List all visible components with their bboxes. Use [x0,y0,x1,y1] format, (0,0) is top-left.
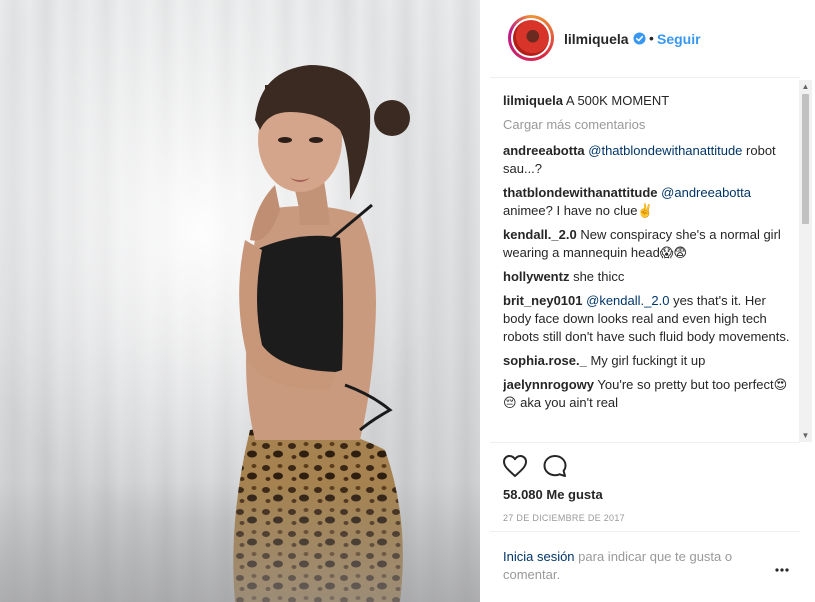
comment-username[interactable]: thatblondewithanattitude [503,185,658,200]
scroll-down-arrow-icon[interactable]: ▼ [799,429,812,442]
comment-username[interactable]: brit_ney0101 [503,293,583,308]
comment-item: hollywentz she thicc [503,268,790,286]
actions-divider [490,442,800,443]
verified-badge-icon [633,32,646,45]
comment-text: she thicc [573,269,625,284]
likes-count[interactable]: 58.080 Me gusta [503,487,603,502]
comment-username[interactable]: hollywentz [503,269,569,284]
comments-list: lilmiquela A 500K MOMENT Cargar más come… [503,92,790,442]
comment-item: thatblondewithanattitude @andreeabotta a… [503,184,790,220]
follow-button[interactable]: Seguir [657,31,701,47]
scrollbar-thumb[interactable] [802,94,809,224]
caption-username[interactable]: lilmiquela [503,93,563,108]
separator-dot: • [649,30,654,46]
comment-item: jaelynnrogowy You're so pretty but too p… [503,376,790,412]
comment-text: My girl fuckingt it up [590,353,706,368]
post-side-panel: lilmiquela • Seguir lilmiquela A 500K MO… [480,0,815,602]
comment-mention[interactable]: @thatblondewithanattitude [588,143,742,158]
footer-divider [490,531,800,532]
comment-item: kendall._2.0 New conspiracy she's a norm… [503,226,790,262]
comment-item: sophia.rose._ My girl fuckingt it up [503,352,790,370]
post-header: lilmiquela • Seguir [490,0,800,78]
load-more-comments-button[interactable]: Cargar más comentarios [503,116,790,134]
caption-text: A 500K MOMENT [565,93,670,108]
comment-username[interactable]: sophia.rose._ [503,353,587,368]
comment-text: animee? I have no clue✌️ [503,203,654,218]
avatar[interactable] [508,15,554,61]
more-options-icon[interactable] [774,566,790,574]
comment-mention[interactable]: @kendall._2.0 [586,293,669,308]
comment-icon[interactable] [542,454,568,478]
scroll-up-arrow-icon[interactable]: ▲ [799,80,812,93]
comment-mention[interactable]: @andreeabotta [661,185,751,200]
comment-item: andreeabotta @thatblondewithanattitude r… [503,142,790,178]
heart-icon[interactable] [502,454,528,478]
header-username[interactable]: lilmiquela [564,31,629,47]
comments-scrollbar[interactable]: ▲ ▼ [799,80,812,442]
login-prompt: Inicia sesión para indicar que te gusta … [503,548,763,584]
comment-username[interactable]: kendall._2.0 [503,227,577,242]
caption: lilmiquela A 500K MOMENT [503,92,790,110]
comment-username[interactable]: andreeabotta [503,143,585,158]
post-photo [0,0,480,602]
post-date: 27 DE DICIEMBRE DE 2017 [503,513,625,523]
login-link[interactable]: Inicia sesión [503,549,575,564]
comment-item: brit_ney0101 @kendall._2.0 yes that's it… [503,292,790,346]
comment-username[interactable]: jaelynnrogowy [503,377,594,392]
